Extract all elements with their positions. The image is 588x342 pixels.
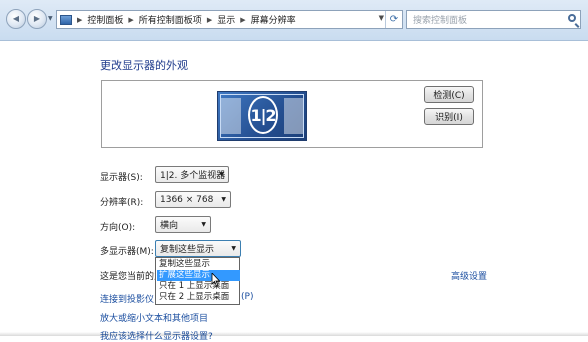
display-select[interactable]: 1|2. 多个监视器 ▼ — [155, 166, 229, 183]
breadcrumb-display[interactable]: 显示 — [217, 13, 235, 26]
display-select-value: 1|2. 多个监视器 — [160, 171, 226, 181]
mouse-pointer-icon — [211, 273, 221, 287]
breadcrumb-separator-icon[interactable]: ▶ — [75, 16, 84, 24]
multiple-displays-select-value: 复制这些显示 — [160, 245, 215, 255]
page-title: 更改显示器的外观 — [100, 59, 188, 72]
multiple-displays-select[interactable]: 复制这些显示 ▼ — [155, 240, 241, 257]
breadcrumb-control-panel[interactable]: 控制面板 — [87, 13, 123, 26]
current-display-text: 这是您当前的主 — [100, 272, 164, 282]
detect-button[interactable]: 检测(C) — [424, 86, 474, 103]
search-icon[interactable] — [568, 14, 576, 22]
projector-link[interactable]: 连接到投影仪 — [100, 292, 154, 305]
orientation-label: 方向(O): — [100, 223, 136, 233]
resolution-select[interactable]: 1366 × 768 ▼ — [155, 191, 231, 208]
refresh-icon: ⟳ — [389, 14, 399, 25]
monitor-icon[interactable]: 1|2 — [217, 91, 307, 141]
back-button[interactable]: ◀ — [6, 9, 26, 29]
breadcrumb-screen-resolution[interactable]: 屏幕分辨率 — [251, 13, 296, 26]
breadcrumb-separator-icon[interactable]: ▶ — [238, 16, 247, 24]
breadcrumb-all-items[interactable]: 所有控制面板项 — [139, 13, 202, 26]
chevron-down-icon: ▼ — [201, 221, 206, 228]
address-history-dropdown-icon[interactable]: ▼ — [379, 14, 384, 22]
back-arrow-icon: ◀ — [12, 14, 20, 23]
address-toolbar: ◀ ▶ ▼ ▶ 控制面板 ▶ 所有控制面板项 ▶ 显示 ▶ 屏幕分辨率 ▼ ⟳ … — [0, 0, 588, 41]
multiple-displays-label: 多显示器(M): — [100, 247, 154, 257]
bottom-edge-shadow — [0, 332, 588, 336]
projector-shortcut-text[interactable]: (P) — [241, 292, 253, 302]
search-input[interactable]: 搜索控制面板 — [406, 10, 581, 29]
orientation-select[interactable]: 横向 ▼ — [155, 216, 211, 233]
option-show-only-on-1[interactable]: 只在 1 上显示桌面 — [157, 281, 240, 292]
monitor-number-label: 1|2 — [248, 96, 278, 134]
chevron-down-icon: ▼ — [231, 245, 236, 252]
multiple-displays-dropdown: 复制这些显示 扩展这些显示 只在 1 上显示桌面 只在 2 上显示桌面 — [155, 257, 240, 305]
recent-pages-dropdown-icon[interactable]: ▼ — [48, 15, 54, 23]
refresh-button[interactable]: ⟳ — [385, 11, 402, 28]
forward-arrow-icon: ▶ — [33, 14, 41, 23]
option-duplicate-displays[interactable]: 复制这些显示 — [157, 259, 240, 270]
orientation-select-value: 横向 — [160, 221, 179, 231]
text-size-link[interactable]: 放大或缩小文本和其他项目 — [100, 311, 208, 324]
breadcrumb-separator-icon[interactable]: ▶ — [205, 16, 214, 24]
resolution-label: 分辨率(R): — [100, 198, 144, 208]
option-show-only-on-2[interactable]: 只在 2 上显示桌面 — [157, 292, 240, 303]
search-placeholder: 搜索控制面板 — [413, 16, 468, 26]
resolution-select-value: 1366 × 768 — [160, 194, 214, 205]
monitor-preview-area: 1|2 检测(C) 识别(I) — [101, 80, 483, 148]
control-panel-icon — [60, 14, 72, 25]
address-bar[interactable]: ▶ 控制面板 ▶ 所有控制面板项 ▶ 显示 ▶ 屏幕分辨率 ▼ ⟳ — [56, 10, 403, 29]
advanced-settings-link[interactable]: 高级设置 — [451, 269, 487, 282]
chevron-down-icon: ▼ — [221, 196, 226, 203]
chevron-down-icon: ▼ — [219, 171, 224, 178]
identify-button[interactable]: 识别(I) — [424, 108, 474, 125]
display-label: 显示器(S): — [100, 173, 143, 183]
forward-button[interactable]: ▶ — [27, 9, 47, 29]
option-extend-displays[interactable]: 扩展这些显示 — [157, 270, 240, 281]
breadcrumb-separator-icon[interactable]: ▶ — [126, 16, 135, 24]
